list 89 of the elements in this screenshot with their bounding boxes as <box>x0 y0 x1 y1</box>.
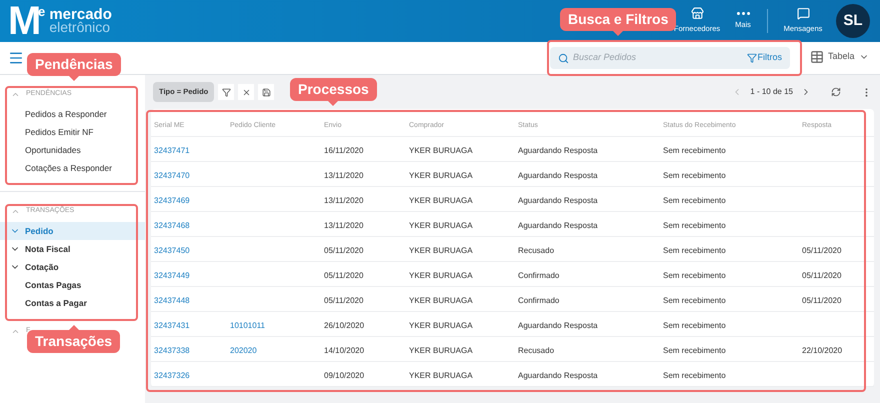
order-link[interactable]: 10101011 <box>230 321 265 330</box>
order-link[interactable]: 32437449 <box>154 271 190 280</box>
brand-name: mercado <box>49 8 112 21</box>
sidebar-item[interactable]: Pedido <box>0 222 145 240</box>
callout-label: Transações <box>27 330 120 353</box>
callout-pointer <box>328 101 338 106</box>
table-cell: Aguardando Resposta <box>518 146 598 155</box>
save-icon[interactable] <box>258 84 274 100</box>
order-link[interactable]: 32437326 <box>154 371 190 380</box>
table-cell: Sem recebimento <box>663 246 726 255</box>
callout-pointer <box>68 325 79 330</box>
chat-icon <box>796 7 810 20</box>
table-cell: 13/11/2020 <box>324 221 364 230</box>
table-cell: Sem recebimento <box>663 346 726 355</box>
order-link[interactable]: 32437468 <box>154 221 190 230</box>
callout-pointer <box>613 31 624 36</box>
table-cell: YKER BURUAGA <box>409 346 473 355</box>
sidebar-item[interactable]: Contas Pagas <box>0 276 145 294</box>
table-cell: Sem recebimento <box>663 196 726 205</box>
sidebar-item[interactable]: Cotações a Responder <box>0 159 145 177</box>
order-link[interactable]: 32437471 <box>154 146 190 155</box>
view-selector[interactable]: Tabela <box>810 50 869 64</box>
table-cell: YKER BURUAGA <box>409 271 473 280</box>
search-field[interactable]: Buscar Pedidos Filtros <box>550 47 790 69</box>
table-cell: Confirmado <box>518 271 560 280</box>
callout-pointer <box>68 76 79 81</box>
table-cell: Sem recebimento <box>663 171 726 180</box>
table-cell: 13/11/2020 <box>324 196 364 205</box>
table-cell: 05/11/2020 <box>324 271 364 280</box>
table-cell: 05/11/2020 <box>802 296 842 305</box>
table-cell: 14/10/2020 <box>324 346 364 355</box>
sidebar-item[interactable]: Oportunidades <box>0 141 145 159</box>
table-cell: Sem recebimento <box>663 146 726 155</box>
pagination-info: 1 - 10 de 15 <box>750 86 793 98</box>
table-cell: Aguardando Resposta <box>518 221 598 230</box>
sidebar-item[interactable]: Pedidos a Responder <box>0 105 145 123</box>
filter-icon <box>746 53 756 63</box>
filters-button[interactable]: Filtros <box>746 51 782 65</box>
callout-label: Processos <box>290 78 377 101</box>
sidebar-item[interactable]: Pedidos Emitir NF <box>0 123 145 141</box>
order-link[interactable]: 32437431 <box>154 321 190 330</box>
table-cell: YKER BURUAGA <box>409 171 473 180</box>
table-cell: Aguardando Resposta <box>518 371 598 380</box>
table-cell: Aguardando Resposta <box>518 321 598 330</box>
table-cell: 05/11/2020 <box>324 296 364 305</box>
search-icon <box>558 52 569 64</box>
table-cell: YKER BURUAGA <box>409 371 473 380</box>
table-cell: 05/11/2020 <box>802 246 842 255</box>
table-cell: 05/11/2020 <box>324 246 364 255</box>
table-cell: 13/11/2020 <box>324 171 364 180</box>
table-cell: 09/10/2020 <box>324 371 364 380</box>
table-cell: Recusado <box>518 246 554 255</box>
table-cell: 16/11/2020 <box>324 146 364 155</box>
order-link[interactable]: 32437469 <box>154 196 190 205</box>
menu-icon[interactable] <box>8 50 24 66</box>
user-avatar[interactable]: SL <box>836 4 870 38</box>
table-cell: Sem recebimento <box>663 296 726 305</box>
table-cell: Sem recebimento <box>663 371 726 380</box>
order-link[interactable]: 32437448 <box>154 296 190 305</box>
table-cell: 22/10/2020 <box>802 346 842 355</box>
table-icon <box>810 50 824 64</box>
table-cell: Sem recebimento <box>663 321 726 330</box>
table-cell: Recusado <box>518 346 554 355</box>
sidebar-item[interactable]: Nota Fiscal <box>0 240 145 258</box>
table-cell: 26/10/2020 <box>324 321 364 330</box>
table-cell: YKER BURUAGA <box>409 196 473 205</box>
store-icon <box>690 7 704 20</box>
refresh-icon[interactable] <box>831 87 841 97</box>
sidebar-item[interactable]: Cotação <box>0 258 145 276</box>
order-link[interactable]: 32437450 <box>154 246 190 255</box>
table-cell: Sem recebimento <box>663 221 726 230</box>
filter-icon[interactable] <box>218 84 234 100</box>
order-link[interactable]: 202020 <box>230 346 257 355</box>
table-cell: YKER BURUAGA <box>409 246 473 255</box>
table-cell: 05/11/2020 <box>802 271 842 280</box>
table-cell: Confirmado <box>518 296 560 305</box>
sidebar-item[interactable]: Contas a Pagar <box>0 294 145 312</box>
table-cell: YKER BURUAGA <box>409 321 473 330</box>
table-cell: Sem recebimento <box>663 271 726 280</box>
more-icon <box>736 11 750 16</box>
table-cell: YKER BURUAGA <box>409 296 473 305</box>
order-link[interactable]: 32437470 <box>154 171 190 180</box>
table-cell: Aguardando Resposta <box>518 196 598 205</box>
callout-label: Pendências <box>27 53 121 76</box>
table-cell: YKER BURUAGA <box>409 146 473 155</box>
brand-name: eletrônico <box>49 21 110 34</box>
table-cell: Aguardando Resposta <box>518 171 598 180</box>
table-cell: YKER BURUAGA <box>409 221 473 230</box>
order-link[interactable]: 32437338 <box>154 346 190 355</box>
